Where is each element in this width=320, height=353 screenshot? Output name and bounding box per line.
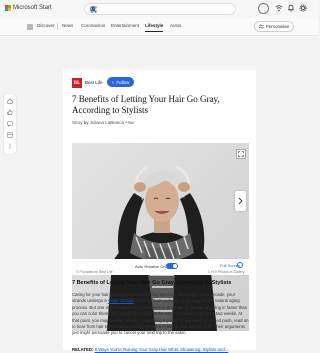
bell-icon[interactable]	[287, 4, 295, 12]
save-icon[interactable]	[7, 132, 13, 138]
menu-icon[interactable]	[27, 24, 33, 30]
sliders-icon	[258, 24, 264, 29]
follow-label: Follow	[116, 79, 130, 85]
brand-name: Microsoft Start	[13, 5, 52, 11]
chevron-right-icon	[238, 197, 243, 205]
publisher-logo[interactable]: BL	[72, 78, 82, 88]
gallery-counter: 1 of 9 Photos in Gallery	[208, 270, 245, 274]
article-subheading: 7 Benefits of Letting Your Hair Go Gray,…	[72, 280, 232, 286]
nav-item-lifestyle[interactable]: Lifestyle	[145, 23, 164, 32]
autorotate-toggle[interactable]	[166, 263, 178, 269]
settings-icon[interactable]	[299, 4, 307, 12]
microsoft-logo-icon	[5, 5, 11, 11]
article-byline: Story by Juliana LaBianca • 6w	[72, 120, 134, 125]
wifi-icon[interactable]	[275, 4, 283, 12]
next-slide-button[interactable]	[235, 191, 246, 211]
article-actions-sidebar	[4, 94, 16, 154]
like-icon[interactable]	[7, 109, 13, 115]
follow-button[interactable]: + Follow	[107, 77, 134, 87]
body-text-end: , whether that's puberty, pregnancy, or …	[72, 298, 249, 336]
major-change-link[interactable]: major change	[108, 298, 134, 303]
home-icon[interactable]	[7, 98, 13, 104]
expand-icon[interactable]	[236, 149, 246, 159]
personalise-label: Personalise	[265, 24, 290, 29]
nav-item-coronavirus[interactable]: Coronavirus	[81, 23, 105, 28]
article-body: Caring for your hair properly requires l…	[72, 292, 249, 337]
nav-item-autos[interactable]: Autos	[170, 23, 182, 28]
related-link-paragraph: RELATED: 8 Ways You're Ruining Your Gray…	[72, 347, 249, 353]
personalise-button[interactable]: Personalise	[254, 21, 294, 32]
nav-item-discover[interactable]: Discover	[37, 23, 55, 28]
comment-icon[interactable]	[7, 121, 13, 127]
autorotate-label: Auto Rotation On	[135, 264, 166, 269]
visual-search-icon[interactable]	[90, 6, 97, 13]
publisher-name[interactable]: Best Life	[85, 80, 103, 85]
search-input[interactable]	[84, 3, 236, 15]
top-bar: Microsoft Start	[0, 0, 318, 18]
brand-logo[interactable]: Microsoft Start	[5, 5, 52, 11]
fullscreen-icon[interactable]	[237, 262, 243, 268]
nav-divider	[57, 23, 58, 30]
nav-item-news[interactable]: News	[62, 23, 73, 28]
plus-icon: +	[111, 79, 115, 85]
article-card: BL Best Life + Follow 7 Benefits of Lett…	[63, 70, 256, 353]
nav-item-entertainment[interactable]: Entertainment	[111, 23, 139, 28]
more-icon[interactable]	[7, 143, 13, 149]
article-title: 7 Benefits of Letting Your Hair Go Gray,…	[72, 94, 220, 115]
image-credit: © Provided by Best Life	[76, 270, 113, 274]
account-icon[interactable]	[258, 3, 269, 14]
